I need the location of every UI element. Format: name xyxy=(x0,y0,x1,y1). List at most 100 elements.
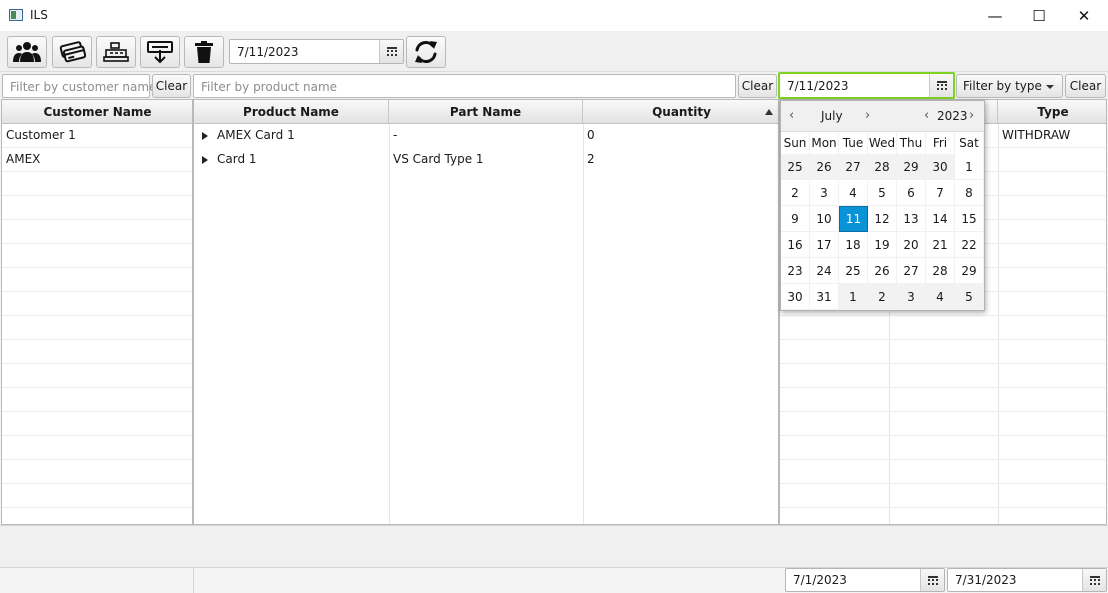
toolbar-date-value[interactable]: 7/11/2023 xyxy=(237,45,299,59)
calendar-day[interactable]: 24 xyxy=(810,258,839,284)
calendar-day[interactable]: 8 xyxy=(955,180,984,206)
tree-row[interactable]: AMEX Card 1 - 0 xyxy=(194,124,778,148)
product-name-header[interactable]: Product Name xyxy=(194,100,389,124)
calendar-day[interactable]: 2 xyxy=(868,284,897,310)
expand-arrow-icon[interactable] xyxy=(202,156,208,164)
calendar-day[interactable]: 30 xyxy=(926,154,955,180)
calendar-day[interactable]: 4 xyxy=(926,284,955,310)
from-date-picker[interactable]: 7/1/2023 xyxy=(785,568,945,592)
expand-arrow-icon[interactable] xyxy=(202,132,208,140)
calendar-icon[interactable] xyxy=(1082,569,1106,591)
calendar-day[interactable]: 14 xyxy=(926,206,955,232)
minimize-button[interactable]: — xyxy=(972,0,1018,31)
refresh-button[interactable] xyxy=(406,36,446,68)
calendar-day[interactable]: 7 xyxy=(926,180,955,206)
calendar-day[interactable]: 1 xyxy=(955,154,984,180)
type-filter-select[interactable]: Filter by type xyxy=(956,74,1063,98)
type-header[interactable]: Type xyxy=(998,100,1106,124)
clear-type-filter-button[interactable]: Clear xyxy=(1065,74,1106,98)
calendar-day[interactable]: 28 xyxy=(868,154,897,180)
weekday-label: Sun xyxy=(781,132,810,154)
cash-register-icon xyxy=(103,42,129,62)
product-filter-input[interactable]: Filter by product name xyxy=(193,74,736,98)
clear-customer-filter-button[interactable]: Clear xyxy=(152,74,191,98)
table-row-empty xyxy=(780,316,1106,340)
refresh-icon xyxy=(415,41,437,63)
calendar-day[interactable]: 25 xyxy=(839,258,868,284)
calendar-day[interactable]: 20 xyxy=(897,232,926,258)
date-filter-value[interactable]: 7/11/2023 xyxy=(787,79,849,93)
calendar-day[interactable]: 1 xyxy=(839,284,868,310)
next-month-icon[interactable]: › xyxy=(865,108,870,123)
calendar-day[interactable]: 21 xyxy=(926,232,955,258)
calendar-day[interactable]: 5 xyxy=(955,284,984,310)
tree-row[interactable]: Card 1 VS Card Type 1 2 xyxy=(194,148,778,172)
calendar-day[interactable]: 26 xyxy=(868,258,897,284)
customer-name-header[interactable]: Customer Name xyxy=(2,100,192,124)
calendar-day[interactable]: 22 xyxy=(955,232,984,258)
table-row-empty xyxy=(780,460,1106,484)
import-button[interactable] xyxy=(140,36,180,68)
maximize-button[interactable]: ☐ xyxy=(1016,0,1062,31)
customers-button[interactable] xyxy=(7,36,47,68)
calendar-day[interactable]: 29 xyxy=(897,154,926,180)
table-row-empty xyxy=(2,340,192,364)
calendar-day[interactable]: 9 xyxy=(781,206,810,232)
to-date-value[interactable]: 7/31/2023 xyxy=(955,573,1017,587)
calendar-day[interactable]: 30 xyxy=(781,284,810,310)
calendar-day[interactable]: 6 xyxy=(897,180,926,206)
calendar-day[interactable]: 27 xyxy=(839,154,868,180)
calendar-day[interactable]: 5 xyxy=(868,180,897,206)
app-icon xyxy=(9,9,23,21)
calendar-grid: Sun Mon Tue Wed Thu Fri Sat 25 26 27 28 29 30 1 2 3 4 5 6 7… xyxy=(781,132,986,312)
calendar-day[interactable]: 15 xyxy=(955,206,984,232)
delete-button[interactable] xyxy=(184,36,224,68)
close-button[interactable]: ✕ xyxy=(1061,0,1107,31)
calendar-day[interactable]: 11 xyxy=(839,206,868,232)
weekday-label: Tue xyxy=(839,132,868,154)
calendar-day[interactable]: 18 xyxy=(839,232,868,258)
previous-month-icon[interactable]: ‹ xyxy=(789,108,794,123)
calendar-icon[interactable] xyxy=(920,569,944,591)
clear-product-filter-button[interactable]: Clear xyxy=(738,74,777,98)
calendar-day[interactable]: 13 xyxy=(897,206,926,232)
part-name-header[interactable]: Part Name xyxy=(389,100,583,124)
calendar-day[interactable]: 4 xyxy=(839,180,868,206)
table-row-empty xyxy=(2,268,192,292)
calendar-day[interactable]: 3 xyxy=(810,180,839,206)
table-row[interactable]: Customer 1 xyxy=(2,124,192,148)
quantity-header[interactable]: Quantity xyxy=(583,100,778,124)
customer-filter-input[interactable]: Filter by customer name xyxy=(2,74,156,98)
next-year-icon[interactable]: › xyxy=(969,108,974,123)
calendar-day[interactable]: 16 xyxy=(781,232,810,258)
to-date-picker[interactable]: 7/31/2023 xyxy=(947,568,1107,592)
calendar-day[interactable]: 25 xyxy=(781,154,810,180)
calendar-day[interactable]: 26 xyxy=(810,154,839,180)
table-row-empty xyxy=(2,220,192,244)
toolbar-date-picker[interactable]: 7/11/2023 xyxy=(229,39,404,64)
calendar-icon[interactable] xyxy=(379,40,403,63)
weekday-label: Mon xyxy=(810,132,839,154)
table-row-empty xyxy=(780,436,1106,460)
calendar-day[interactable]: 23 xyxy=(781,258,810,284)
table-row-empty xyxy=(2,196,192,220)
from-date-value[interactable]: 7/1/2023 xyxy=(793,573,847,587)
pos-button[interactable] xyxy=(96,36,136,68)
table-row[interactable]: AMEX xyxy=(2,148,192,172)
calendar-icon[interactable] xyxy=(929,74,953,97)
calendar-day[interactable]: 3 xyxy=(897,284,926,310)
calendar-day[interactable]: 31 xyxy=(810,284,839,310)
month-year-header: ‹ July › ‹ 2023 › xyxy=(781,101,984,132)
calendar-day[interactable]: 2 xyxy=(781,180,810,206)
calendar-day[interactable]: 27 xyxy=(897,258,926,284)
calendar-day[interactable]: 12 xyxy=(868,206,897,232)
calendar-day[interactable]: 29 xyxy=(955,258,984,284)
calendar-day[interactable]: 10 xyxy=(810,206,839,232)
calendar-day[interactable]: 19 xyxy=(868,232,897,258)
date-filter-picker[interactable]: 7/11/2023 xyxy=(778,72,955,99)
date-picker-popup: ‹ July › ‹ 2023 › Sun Mon Tue Wed Thu Fri Sat 2… xyxy=(780,100,985,311)
previous-year-icon[interactable]: ‹ xyxy=(924,108,929,123)
calendar-day[interactable]: 28 xyxy=(926,258,955,284)
cards-button[interactable] xyxy=(52,36,92,68)
calendar-day[interactable]: 17 xyxy=(810,232,839,258)
